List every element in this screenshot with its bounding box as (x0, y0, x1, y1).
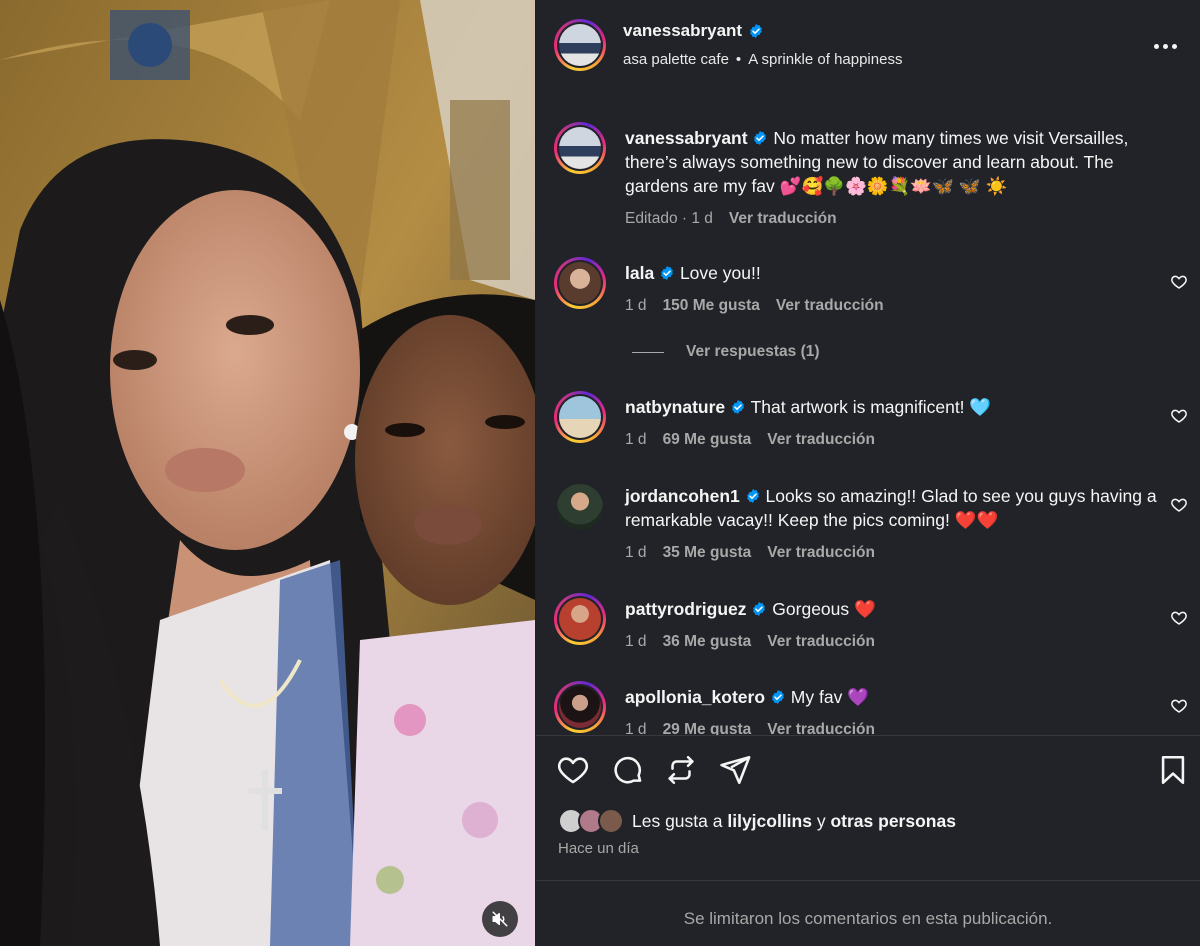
comment-avatar[interactable] (554, 681, 606, 733)
author-avatar[interactable] (554, 19, 606, 71)
likes-and: y (816, 810, 826, 831)
comment-time: 1 d (625, 544, 647, 561)
save-bookmark-icon[interactable] (1156, 753, 1190, 787)
comment-body: pattyrodriguez Gorgeous ❤️ (625, 597, 1170, 621)
comment-username[interactable]: jordancohen1 (625, 486, 740, 506)
more-dot (1154, 43, 1159, 49)
comment-time: 1 d (625, 721, 647, 735)
verified-badge-icon (750, 24, 762, 38)
view-replies-button[interactable]: Ver respuestas (1) (632, 343, 820, 361)
caption-meta: Editado · 1 d Ver traducción (625, 210, 837, 228)
comment-likes[interactable]: 29 Me gusta (663, 721, 752, 735)
comment-likes[interactable]: 69 Me gusta (663, 431, 752, 449)
comment-text: Gorgeous ❤️ (772, 599, 876, 619)
comment-text: Love you!! (679, 263, 761, 283)
comment-like-heart-icon[interactable] (1170, 697, 1188, 715)
share-send-icon[interactable] (718, 753, 752, 787)
comments-limited-notice: Se limitaron los comentarios en esta pub… (683, 909, 1053, 928)
comment-username[interactable]: natbynature (625, 397, 725, 417)
author-username[interactable]: vanessabryant (623, 21, 764, 41)
comment-translate-link[interactable]: Ver traducción (767, 544, 875, 562)
likes-summary[interactable]: Les gusta a lilyjcollins y otras persona… (558, 808, 956, 834)
author-username-text[interactable]: vanessabryant (623, 21, 742, 41)
verified-badge-icon (732, 400, 744, 414)
post-header: vanessabryant asa palette cafe • A sprinkl… (536, 0, 1200, 90)
comment-translate-link[interactable]: Ver traducción (767, 431, 875, 449)
comment-like-heart-icon[interactable] (1170, 407, 1188, 425)
action-bar (536, 748, 1200, 794)
separator-dot: • (735, 51, 742, 68)
caption-edited: Editado · 1 d (625, 210, 713, 227)
comment-time: 1 d (625, 431, 647, 448)
comment-meta: 1 d 29 Me gusta Ver traducción (625, 721, 875, 735)
comment-body: natbynature That artwork is magnificent!… (625, 395, 1170, 419)
comment-translate-link[interactable]: Ver traducción (767, 721, 875, 735)
more-dot (1172, 43, 1177, 49)
comment-like-heart-icon[interactable] (1170, 273, 1188, 291)
caption-body: vanessabryant No matter how many times w… (625, 126, 1170, 198)
likes-others-link[interactable]: otras personas (830, 811, 955, 832)
comment-username[interactable]: lala (625, 263, 654, 283)
comment-time: 1 d (625, 297, 647, 314)
comment-translate-link[interactable]: Ver traducción (767, 633, 875, 651)
verified-badge-icon (753, 602, 766, 616)
comment-time: 1 d (625, 633, 647, 650)
post-media[interactable] (0, 0, 535, 946)
comment-text: My fav 💜 (790, 687, 869, 707)
comment-likes[interactable]: 150 Me gusta (663, 297, 760, 315)
likes-user-link[interactable]: lilyjcollins (727, 811, 812, 832)
comment-avatar[interactable] (557, 484, 603, 530)
comment-meta: 1 d 35 Me gusta Ver traducción (625, 544, 875, 562)
verified-badge-icon (754, 131, 767, 145)
likes-prefix: Les gusta a (632, 810, 723, 831)
mute-button[interactable] (482, 901, 518, 937)
replies-line (632, 351, 664, 353)
post-subtitle: asa palette cafe • A sprinkle of happiness (623, 51, 902, 68)
verified-badge-icon (746, 489, 759, 503)
comment-like-heart-icon[interactable] (1170, 609, 1188, 627)
caption-avatar[interactable] (554, 122, 606, 174)
comment-body: jordancohen1 Looks so amazing!! Glad to … (625, 484, 1170, 532)
post-detail-panel: vanessabryant asa palette cafe • A sprinkl… (536, 0, 1200, 946)
post-time[interactable]: Hace un día (558, 840, 639, 857)
verified-badge-icon (772, 690, 784, 704)
comment-username[interactable]: apollonia_kotero (625, 687, 765, 707)
divider (536, 735, 1200, 736)
liker-avatars (558, 808, 626, 834)
comment-username[interactable]: pattyrodriguez (625, 599, 747, 619)
location-link[interactable]: asa palette cafe (623, 51, 729, 68)
comment-body: lala Love you!! (625, 261, 1170, 285)
post-photo (0, 0, 535, 946)
comment-avatar[interactable] (554, 593, 606, 645)
comments-list[interactable]: vanessabryant No matter how many times w… (536, 90, 1200, 735)
like-heart-icon[interactable] (556, 753, 590, 787)
muted-speaker-icon (492, 911, 508, 927)
comment-avatar[interactable] (554, 257, 606, 309)
comment-avatar[interactable] (554, 391, 606, 443)
comment-meta: 1 d 69 Me gusta Ver traducción (625, 431, 875, 449)
more-dot (1163, 43, 1168, 49)
comment-likes[interactable]: 35 Me gusta (663, 544, 752, 562)
comment-body: apollonia_kotero My fav 💜 (625, 685, 1170, 709)
divider (536, 880, 1200, 881)
comment-translate-link[interactable]: Ver traducción (776, 297, 884, 315)
view-replies-label[interactable]: Ver respuestas (1) (686, 343, 820, 361)
comment-like-heart-icon[interactable] (1170, 496, 1188, 514)
caption-translate-link[interactable]: Ver traducción (729, 210, 837, 228)
comment-meta: 1 d 150 Me gusta Ver traducción (625, 297, 884, 315)
repost-icon[interactable] (664, 753, 698, 787)
audio-link[interactable]: A sprinkle of happiness (748, 51, 902, 68)
liker-avatar (598, 808, 624, 834)
caption-username[interactable]: vanessabryant (625, 128, 748, 148)
comment-likes[interactable]: 36 Me gusta (663, 633, 752, 651)
comment-meta: 1 d 36 Me gusta Ver traducción (625, 633, 875, 651)
more-options-button[interactable] (1154, 36, 1180, 56)
verified-badge-icon (661, 266, 673, 280)
comment-text: That artwork is magnificent! 🩵 (750, 397, 992, 417)
comment-bubble-icon[interactable] (611, 753, 645, 787)
